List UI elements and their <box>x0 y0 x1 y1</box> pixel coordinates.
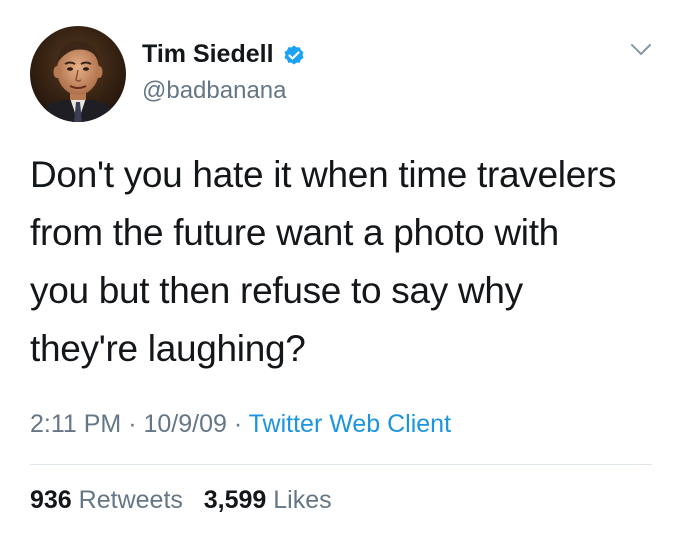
author-name-row[interactable]: Tim Siedell <box>142 40 306 69</box>
tweet-metadata: 2:11 PM · 10/9/09 · Twitter Web Client <box>30 410 451 439</box>
tweet-text: Don't you hate it when time travelers fr… <box>30 146 660 378</box>
avatar[interactable] <box>30 26 126 122</box>
author-handle[interactable]: @badbanana <box>142 77 287 105</box>
retweets-label: Retweets <box>78 486 183 514</box>
tweet-time[interactable]: 2:11 PM <box>30 410 121 438</box>
verified-badge-icon <box>282 43 306 67</box>
tweet-date[interactable]: 10/9/09 <box>143 410 226 438</box>
tweet-text-line: they're laughing? <box>30 328 306 369</box>
likes-label: Likes <box>273 486 332 514</box>
author-display-name[interactable]: Tim Siedell <box>142 40 274 69</box>
retweets-stat[interactable]: 936 Retweets <box>30 486 190 514</box>
tweet-text-line: you but then refuse to say why <box>30 270 523 311</box>
meta-separator: · <box>121 410 144 438</box>
likes-count: 3,599 <box>203 486 267 514</box>
meta-separator: · <box>226 410 249 438</box>
divider <box>30 464 652 465</box>
tweet-stats: 936 Retweets 3,599 Likes <box>30 486 332 515</box>
retweets-count: 936 <box>30 486 72 514</box>
tweet-source-link[interactable]: Twitter Web Client <box>249 410 451 438</box>
likes-stat[interactable]: 3,599 Likes <box>204 486 332 514</box>
avatar-photo <box>30 26 126 122</box>
chevron-down-icon[interactable] <box>628 36 654 62</box>
tweet-text-line: Don't you hate it when time travelers <box>30 154 617 195</box>
tweet-text-line: from the future want a photo with <box>30 212 559 253</box>
